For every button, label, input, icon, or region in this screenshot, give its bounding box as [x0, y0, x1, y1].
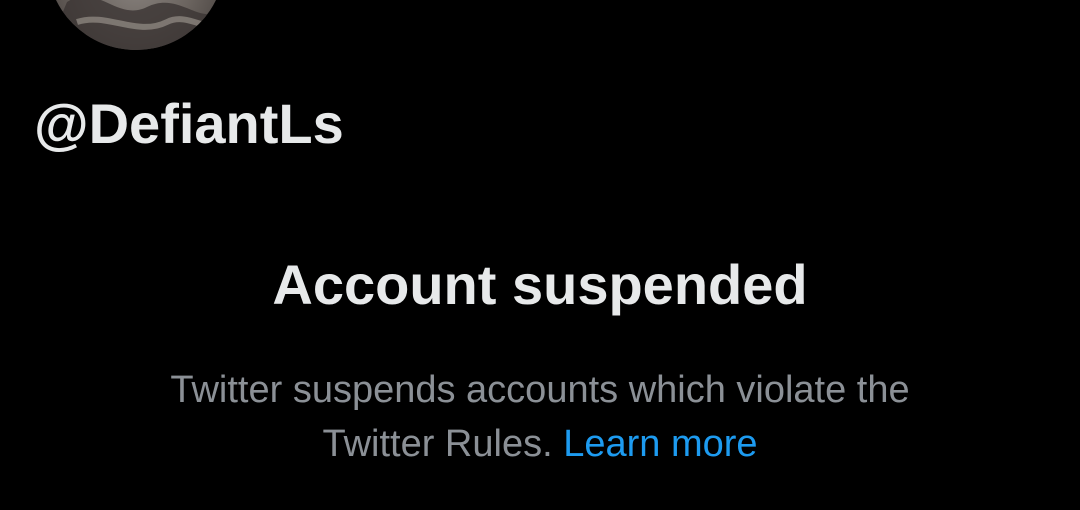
twitter-rules-text: Twitter Rules.	[322, 423, 553, 465]
profile-avatar[interactable]	[47, 0, 225, 50]
profile-handle: @DefiantLs	[34, 92, 344, 155]
suspension-message-line-1: Twitter suspends accounts which violate …	[170, 369, 910, 411]
suspension-message-line-2: Twitter Rules. Learn more	[0, 417, 1080, 471]
learn-more-link[interactable]: Learn more	[563, 423, 757, 465]
avatar-photo	[47, 0, 225, 50]
suspension-title: Account suspended	[272, 253, 808, 316]
suspension-message: Twitter suspends accounts which violate …	[0, 363, 1080, 471]
